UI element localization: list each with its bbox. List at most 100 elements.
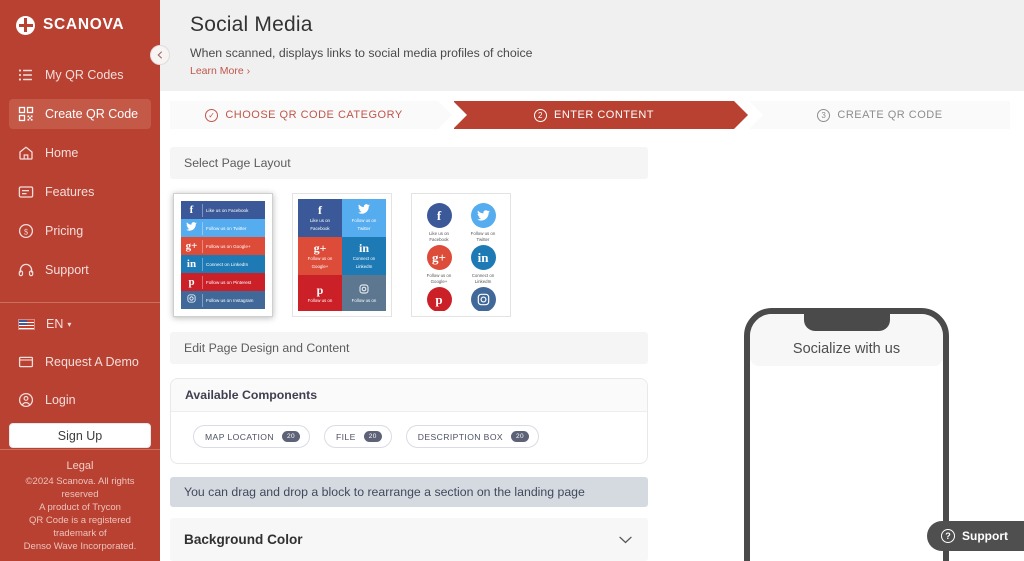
sidebar-item-login[interactable]: Login	[9, 385, 151, 415]
step-enter-content[interactable]: 2 ENTER CONTENT	[453, 101, 748, 129]
chip-label: DESCRIPTION BOX	[417, 431, 504, 442]
component-chip-description-box[interactable]: DESCRIPTION BOX 20	[405, 425, 540, 448]
sidebar-item-home[interactable]: Home	[9, 138, 151, 168]
chevron-left-icon	[157, 51, 162, 59]
facebook-icon: f	[426, 203, 452, 228]
sidebar-item-features[interactable]: Features	[9, 177, 151, 207]
features-panel-icon	[18, 186, 34, 198]
step-2-label: ENTER CONTENT	[554, 109, 654, 121]
chip-badge: 20	[511, 431, 530, 442]
google-plus-icon: g+	[185, 240, 198, 252]
component-chip-map-location[interactable]: MAP LOCATION 20	[193, 425, 310, 448]
headset-icon	[18, 263, 34, 277]
tile-label-2: Facebook	[310, 226, 330, 231]
circle-cell-twitter: Follow us on Twitter	[461, 203, 505, 242]
sidebar-item-label: My QR Codes	[45, 68, 124, 82]
linkedin-icon: in	[358, 241, 369, 256]
row-label: Follow us on Pinterest	[202, 275, 251, 289]
tile-label-2: Google+	[311, 264, 329, 269]
accordion-title: Background Color	[184, 532, 303, 547]
layout-row-linkedin: in Connect on LinkedIn	[181, 255, 265, 273]
tile-label-2: Twitter	[357, 226, 371, 231]
dollar-circle-icon: $	[18, 223, 34, 239]
edit-page-design-header: Edit Page Design and Content	[170, 332, 648, 364]
sidebar: SCANOVA My QR Codes Create QR Code Home …	[0, 0, 170, 561]
tile-googleplus: g+ Follow us on Google+	[298, 237, 342, 275]
chip-label: FILE	[335, 431, 356, 442]
component-chip-file[interactable]: FILE 20	[323, 425, 392, 448]
tile-label: Follow us on	[351, 298, 377, 304]
app-root: SCANOVA My QR Codes Create QR Code Home …	[0, 0, 1024, 561]
svg-text:$: $	[24, 227, 28, 236]
linkedin-icon: in	[186, 258, 197, 270]
sidebar-item-support[interactable]: Support	[9, 255, 151, 285]
brand-logo[interactable]: SCANOVA	[0, 0, 160, 50]
question-circle-icon: ?	[941, 529, 955, 543]
sidebar-item-pricing[interactable]: $ Pricing	[9, 216, 151, 246]
row-label: Follow us on Instagram	[202, 293, 254, 307]
select-page-layout-header: Select Page Layout	[170, 147, 648, 179]
chip-badge: 20	[281, 431, 300, 442]
step-1-check-icon: ✓	[205, 108, 219, 122]
layout-option-circles[interactable]: f Like us on Facebook Follow us on Twitt…	[411, 193, 511, 317]
row-label: Connect on LinkedIn	[202, 257, 248, 271]
drag-drop-hint: You can drag and drop a block to rearran…	[170, 477, 648, 507]
home-icon	[19, 146, 33, 160]
circle-label-2: Facebook	[429, 236, 449, 242]
sidebar-item-label: Support	[45, 263, 89, 277]
tile-facebook: f Like us on Facebook	[298, 199, 342, 237]
language-label: EN	[46, 317, 64, 331]
sidebar-divider	[0, 302, 160, 303]
signup-label: Sign Up	[57, 428, 103, 443]
layout-row-instagram: Follow us on Instagram	[181, 291, 265, 309]
sidebar-item-create-qr-code[interactable]: Create QR Code	[9, 99, 151, 129]
support-button[interactable]: ? Support	[927, 521, 1024, 551]
language-selector[interactable]: EN ▾	[9, 309, 151, 339]
signup-button[interactable]: Sign Up	[9, 423, 151, 448]
tile-instagram: Follow us on	[342, 275, 386, 311]
product-of-text: A product of Trycon	[39, 502, 121, 513]
us-flag-icon	[18, 318, 35, 330]
pinterest-icon: p	[188, 276, 195, 288]
main-content: Social Media When scanned, displays link…	[160, 0, 1024, 561]
layout-row-facebook: f Like us on Facebook	[181, 201, 265, 219]
pinterest-icon: p	[426, 287, 452, 311]
layout-row-twitter: Follow us on Twitter	[181, 219, 265, 237]
chip-badge: 20	[363, 431, 382, 442]
trademark-line-1: QR Code is a registered trademark of	[29, 515, 131, 539]
sidebar-item-label: Login	[45, 393, 76, 407]
linkedin-icon: in	[470, 245, 496, 271]
component-chip-list: MAP LOCATION 20 FILE 20 DESCRIPTION BOX …	[171, 412, 647, 463]
layout-preview-rows: f Like us on Facebook Follow us on Twitt…	[181, 201, 265, 309]
sidebar-item-label: Features	[45, 185, 95, 199]
layout-option-tiles[interactable]: f Like us on Facebook Follow us on Twitt…	[292, 193, 392, 317]
sidebar-item-request-demo[interactable]: Request A Demo	[9, 347, 151, 377]
sidebar-item-my-qr-codes[interactable]: My QR Codes	[9, 60, 151, 90]
available-components-title: Available Components	[171, 379, 647, 412]
accordion-background-color[interactable]: Background Color	[170, 518, 648, 561]
circle-cell-instagram	[461, 287, 505, 311]
user-circle-icon	[18, 392, 34, 408]
layout-preview-tiles: f Like us on Facebook Follow us on Twitt…	[298, 199, 386, 311]
chip-label: MAP LOCATION	[205, 431, 274, 442]
step-choose-category[interactable]: ✓ CHOOSE QR CODE CATEGORY	[170, 101, 452, 129]
layout-option-list[interactable]: f Like us on Facebook Follow us on Twitt…	[173, 193, 273, 317]
content-area: Select Page Layout f Like us on Facebook	[160, 135, 1024, 561]
twitter-icon	[181, 222, 202, 234]
legal-link[interactable]: Legal	[8, 460, 152, 472]
step-progress-bar: ✓ CHOOSE QR CODE CATEGORY 2 ENTER CONTEN…	[160, 91, 1024, 135]
sidebar-collapse-button[interactable]	[150, 45, 170, 65]
learn-more-link[interactable]: Learn More ›	[190, 65, 250, 77]
sidebar-nav: My QR Codes Create QR Code Home Features…	[0, 60, 160, 294]
layout-row-googleplus: g+ Follow us on Google+	[181, 237, 265, 255]
layout-row-pinterest: p Follow us on Pinterest	[181, 273, 265, 291]
tile-label: Follow us on	[351, 218, 377, 224]
step-create-qr-code[interactable]: 3 CREATE QR CODE	[749, 101, 1010, 129]
trademark-line-2: Denso Wave Incorporated.	[23, 541, 137, 552]
step-3-number: 3	[817, 108, 831, 122]
window-icon	[18, 356, 34, 368]
chevron-down-icon: ▾	[67, 319, 72, 329]
pinterest-icon: p	[316, 283, 324, 298]
layout-preview-circles: f Like us on Facebook Follow us on Twitt…	[417, 199, 505, 311]
tile-twitter: Follow us on Twitter	[342, 199, 386, 237]
